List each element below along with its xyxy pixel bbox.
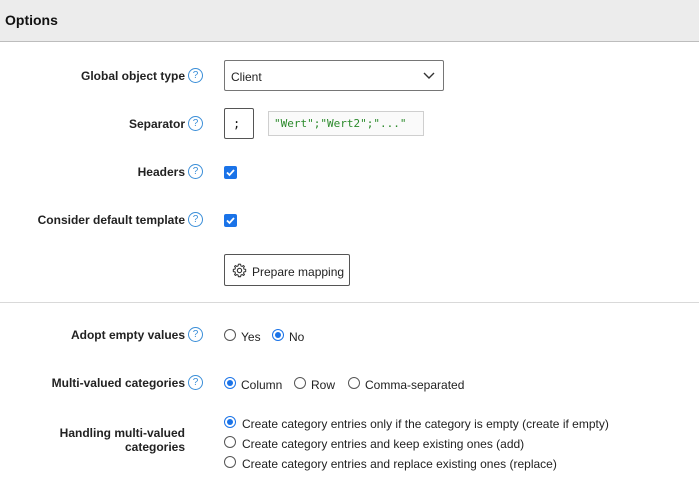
headers-checkbox[interactable] bbox=[224, 166, 237, 179]
global-object-type-label: Global object type bbox=[80, 69, 185, 83]
help-icon[interactable]: ? bbox=[188, 212, 203, 227]
global-object-type-select[interactable]: Client bbox=[224, 60, 444, 91]
multi-valued-column-label: Column bbox=[241, 378, 283, 392]
adopt-empty-values-label: Adopt empty values bbox=[70, 328, 185, 342]
consider-default-template-label: Consider default template bbox=[37, 213, 185, 227]
global-object-type-value: Client bbox=[231, 70, 262, 84]
section-title: Options bbox=[5, 12, 58, 28]
handling-add-radio[interactable] bbox=[224, 436, 236, 448]
separator-sample: "Wert";"Wert2";"..." bbox=[268, 111, 424, 136]
help-icon[interactable]: ? bbox=[188, 164, 203, 179]
adopt-empty-yes-label: Yes bbox=[241, 330, 261, 344]
options-header: Options bbox=[0, 0, 699, 42]
handling-create-if-empty-label: Create category entries only if the cate… bbox=[242, 417, 609, 431]
separator-label: Separator bbox=[128, 117, 185, 131]
multi-valued-column-radio[interactable] bbox=[224, 377, 236, 389]
gear-icon bbox=[232, 263, 247, 278]
adopt-empty-no-label: No bbox=[289, 330, 305, 344]
checkmark-icon bbox=[226, 169, 235, 177]
prepare-mapping-button[interactable]: Prepare mapping bbox=[224, 254, 350, 286]
checkmark-icon bbox=[226, 217, 235, 225]
headers-label: Headers bbox=[137, 165, 185, 179]
handling-create-if-empty-radio[interactable] bbox=[224, 416, 236, 428]
multi-valued-comma-label: Comma-separated bbox=[365, 378, 465, 392]
multi-valued-row-radio[interactable] bbox=[294, 377, 306, 389]
help-icon[interactable]: ? bbox=[188, 327, 203, 342]
handling-multi-valued-label-line2: categories bbox=[124, 440, 185, 454]
consider-default-template-checkbox[interactable] bbox=[224, 214, 237, 227]
chevron-down-icon bbox=[423, 72, 435, 79]
help-icon[interactable]: ? bbox=[188, 375, 203, 390]
adopt-empty-no-radio[interactable] bbox=[272, 329, 284, 341]
handling-add-label: Create category entries and keep existin… bbox=[242, 437, 525, 451]
multi-valued-comma-radio[interactable] bbox=[348, 377, 360, 389]
handling-replace-label: Create category entries and replace exis… bbox=[242, 457, 557, 471]
adopt-empty-yes-radio[interactable] bbox=[224, 329, 236, 341]
prepare-mapping-label: Prepare mapping bbox=[252, 265, 345, 279]
multi-valued-categories-label: Multi-valued categories bbox=[51, 376, 185, 390]
handling-replace-radio[interactable] bbox=[224, 456, 236, 468]
section-divider bbox=[0, 302, 699, 303]
help-icon[interactable]: ? bbox=[188, 68, 203, 83]
multi-valued-row-label: Row bbox=[311, 378, 336, 392]
handling-multi-valued-label-line1: Handling multi-valued bbox=[59, 426, 185, 440]
help-icon[interactable]: ? bbox=[188, 116, 203, 131]
separator-input[interactable] bbox=[224, 108, 254, 139]
